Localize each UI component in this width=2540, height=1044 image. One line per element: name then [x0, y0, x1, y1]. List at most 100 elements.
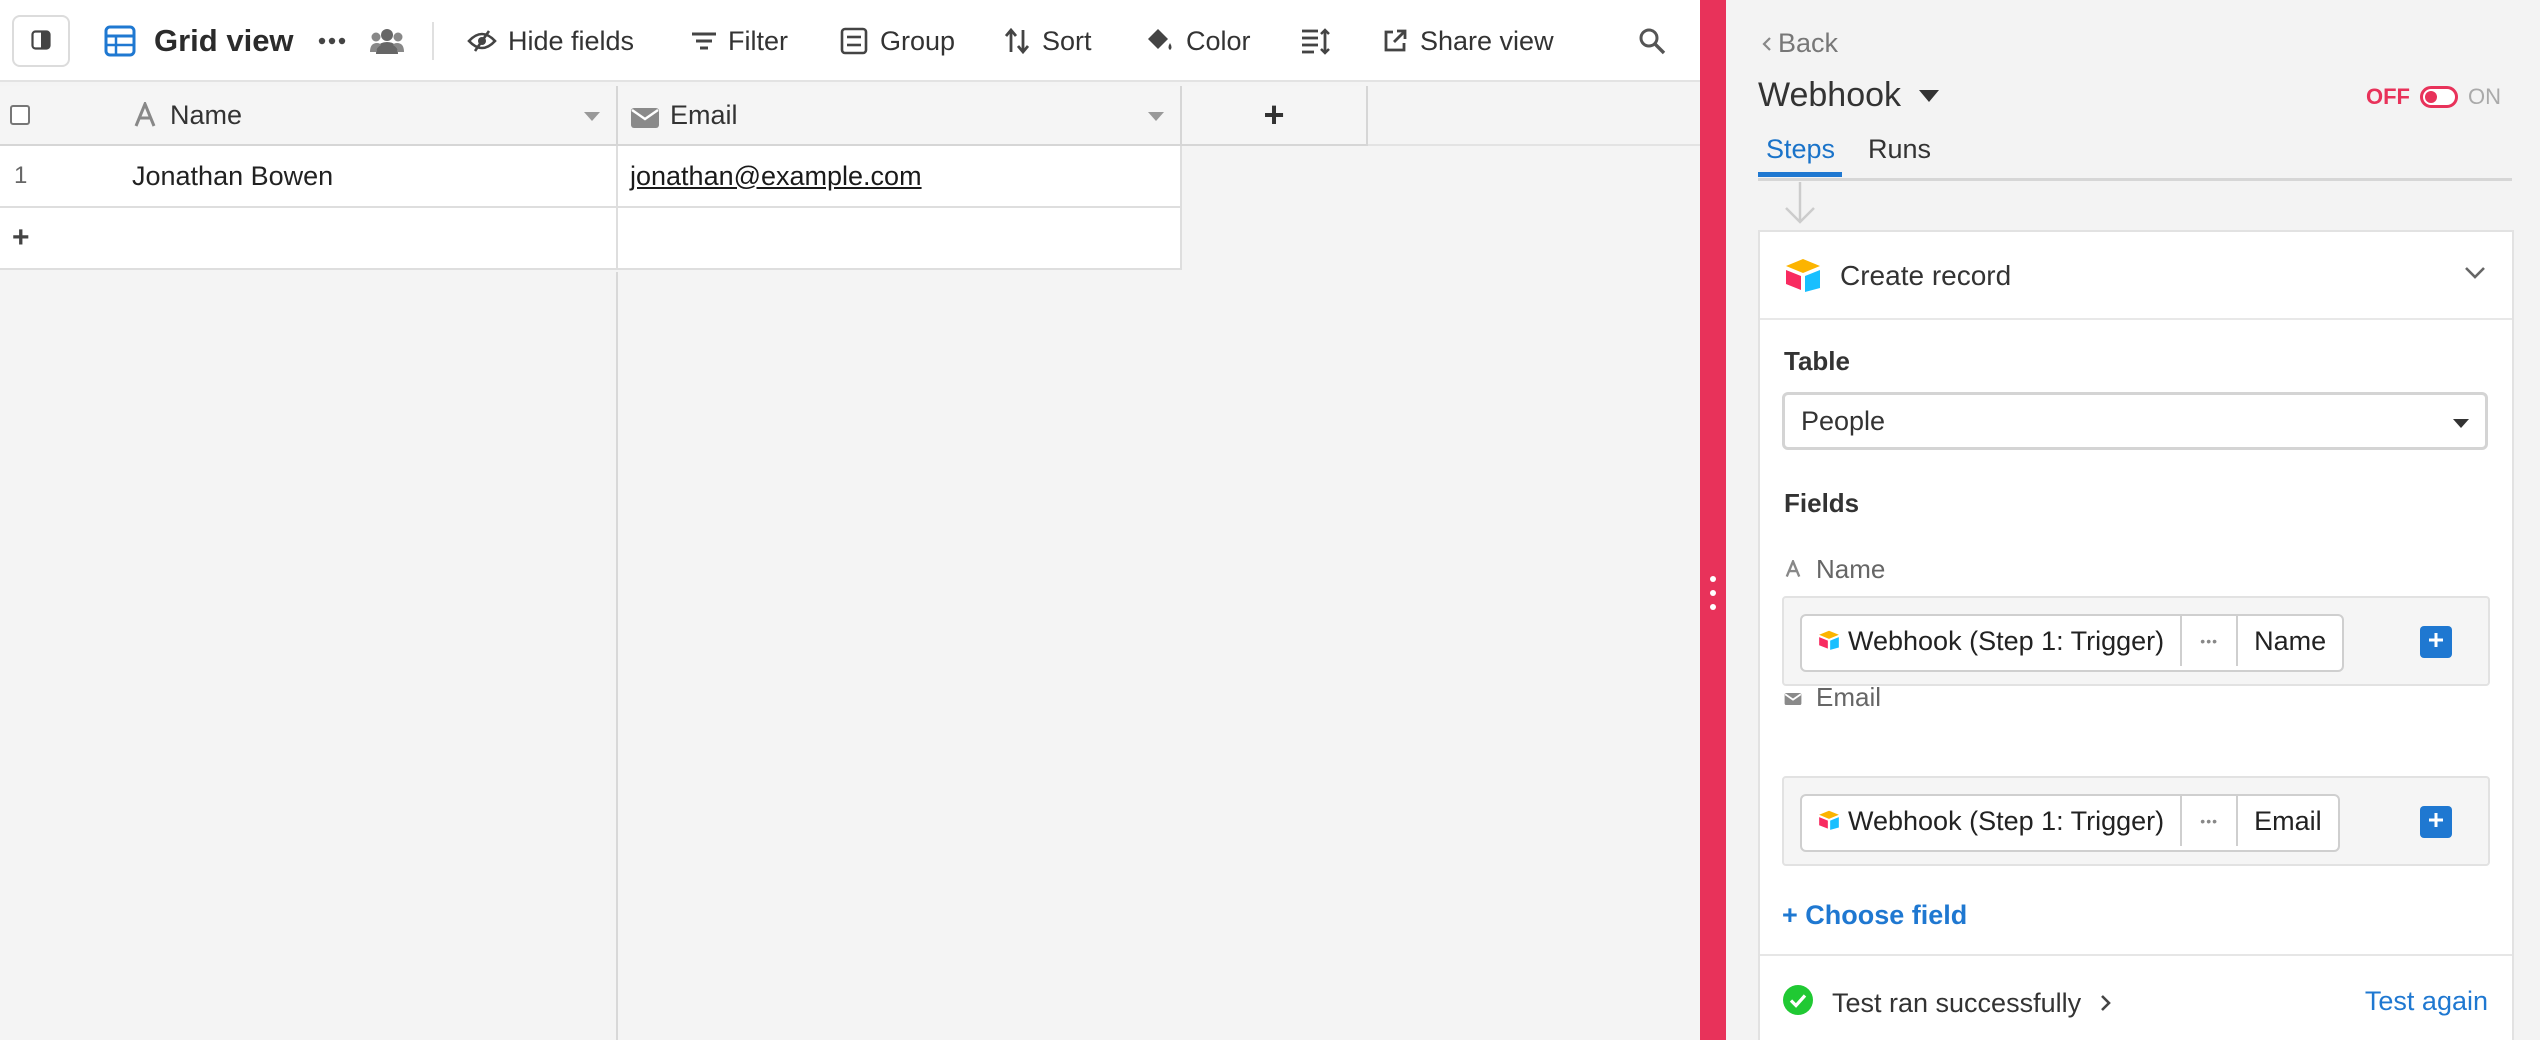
text-field-icon [132, 100, 158, 135]
add-row-cell[interactable] [618, 208, 1182, 270]
row-height-button[interactable] [1300, 0, 1330, 82]
pane-resize-handle[interactable] [1700, 0, 1726, 1040]
toolbar-divider [432, 22, 434, 60]
more-icon: ••• [2200, 813, 2219, 829]
field-label-name: Name [1784, 554, 1885, 585]
sort-icon [1004, 27, 1030, 55]
back-link[interactable]: Back [1762, 28, 1838, 59]
token-source[interactable]: Webhook (Step 1: Trigger) [1802, 796, 2180, 846]
panel-tabs: Steps Runs [1758, 128, 2512, 181]
fields-label: Fields [1784, 488, 1860, 518]
hide-fields-button[interactable]: Hide fields [466, 0, 634, 82]
more-icon: ••• [2200, 633, 2219, 649]
chevron-right-icon [2099, 988, 2111, 1019]
column-header-label: Email [670, 99, 738, 130]
toggle-on-label: ON [2468, 84, 2501, 109]
sort-button[interactable]: Sort [1004, 0, 1092, 82]
collaborators-button[interactable] [370, 0, 404, 82]
airtable-logo-icon [1818, 626, 1840, 657]
choose-field-link[interactable]: + Choose field [1782, 900, 1967, 931]
more-icon [318, 37, 346, 45]
view-more-button[interactable] [318, 0, 346, 82]
step-title: Create record [1840, 260, 2012, 291]
email-cell-value[interactable]: jonathan@example.com [630, 161, 922, 192]
automation-name: Webhook [1758, 76, 1902, 114]
automation-toggle[interactable]: OFF ON [2366, 84, 2501, 110]
automation-panel: Back Webhook OFF ON Steps Runs Create re… [1726, 0, 2540, 1040]
token-value[interactable]: Name [2236, 616, 2342, 666]
token-value[interactable]: Email [2236, 796, 2338, 846]
field-input-name[interactable]: Webhook (Step 1: Trigger) ••• Name [1782, 596, 2490, 686]
column-header-email[interactable]: Email [618, 86, 1182, 146]
share-icon [1382, 28, 1408, 54]
grid-view-icon [104, 25, 136, 57]
test-status[interactable]: Test ran successfully [1782, 984, 2111, 1023]
add-row-button[interactable]: + [0, 208, 618, 270]
automation-title[interactable]: Webhook [1758, 76, 1940, 115]
table-select[interactable]: People [1782, 392, 2488, 450]
paint-bucket-icon [1144, 27, 1174, 55]
people-icon [370, 28, 404, 54]
plus-icon [2427, 631, 2445, 654]
view-toolbar: Grid view Hide fields Filter Group Sort … [0, 0, 1700, 82]
filter-label: Filter [728, 25, 788, 56]
column-header-name[interactable]: Name [0, 86, 618, 146]
table-label: Table [1784, 346, 1850, 376]
share-view-label: Share view [1420, 25, 1554, 56]
check-circle-icon [1782, 984, 1814, 1023]
token-source[interactable]: Webhook (Step 1: Trigger) [1802, 616, 2180, 666]
field-input-email[interactable]: Webhook (Step 1: Trigger) ••• Email [1782, 776, 2490, 866]
chevron-down-icon[interactable] [2464, 266, 2486, 285]
field-label-email: Email [1784, 682, 1881, 713]
airtable-logo-icon [1818, 806, 1840, 837]
text-field-icon [1784, 554, 1802, 585]
group-button[interactable]: Group [840, 0, 955, 82]
insert-token-button[interactable] [2420, 806, 2452, 838]
insert-token-button[interactable] [2420, 626, 2452, 658]
token-more-button[interactable]: ••• [2180, 796, 2236, 846]
email-field-icon [630, 105, 660, 136]
email-field-icon [1784, 682, 1802, 713]
search-icon [1638, 27, 1666, 55]
token-group[interactable]: Webhook (Step 1: Trigger) ••• Email [1800, 794, 2340, 852]
add-column-plus: + [1263, 94, 1285, 135]
column-menu-caret-icon[interactable] [584, 112, 600, 121]
drag-dot [1710, 590, 1716, 596]
share-view-button[interactable]: Share view [1382, 0, 1554, 82]
hide-fields-label: Hide fields [508, 25, 635, 56]
tab-runs[interactable]: Runs [1868, 134, 1931, 165]
email-cell[interactable]: jonathan@example.com [618, 146, 1182, 208]
toggle-switch[interactable] [2420, 86, 2458, 108]
select-all-checkbox[interactable] [10, 105, 30, 125]
name-cell-value: Jonathan Bowen [132, 160, 334, 191]
column-header-label: Name [170, 99, 243, 130]
group-icon [840, 27, 868, 55]
table-row[interactable]: 1 Jonathan Bowen [0, 146, 618, 208]
filter-button[interactable]: Filter [690, 0, 788, 82]
filter-icon [690, 30, 718, 52]
column-menu-caret-icon[interactable] [1148, 112, 1164, 121]
token-source-label: Webhook (Step 1: Trigger) [1848, 805, 2165, 836]
toggle-off-label: OFF [2366, 84, 2410, 109]
table-select-value: People [1801, 405, 1886, 436]
field-label-text: Name [1816, 554, 1886, 584]
step-header[interactable]: Create record [1760, 232, 2512, 320]
token-more-button[interactable]: ••• [2180, 616, 2236, 666]
view-switcher[interactable]: Grid view [104, 0, 294, 82]
toggle-knob [2425, 91, 2437, 103]
sidebar-icon [31, 26, 51, 57]
sidebar-toggle-button[interactable] [12, 15, 70, 67]
test-status-label: Test ran successfully [1832, 988, 2082, 1018]
grid-area: Grid view Hide fields Filter Group Sort … [0, 0, 1700, 1040]
view-name: Grid view [154, 23, 294, 58]
eye-off-icon [466, 29, 498, 53]
add-column-button[interactable]: + [1182, 86, 1368, 146]
drag-dot [1710, 604, 1716, 610]
tab-steps[interactable]: Steps [1766, 134, 1835, 165]
sort-label: Sort [1042, 25, 1092, 56]
search-button[interactable] [1638, 0, 1666, 82]
color-button[interactable]: Color [1144, 0, 1251, 82]
test-again-button[interactable]: Test again [2365, 986, 2488, 1017]
token-group[interactable]: Webhook (Step 1: Trigger) ••• Name [1800, 614, 2345, 672]
color-label: Color [1186, 25, 1251, 56]
